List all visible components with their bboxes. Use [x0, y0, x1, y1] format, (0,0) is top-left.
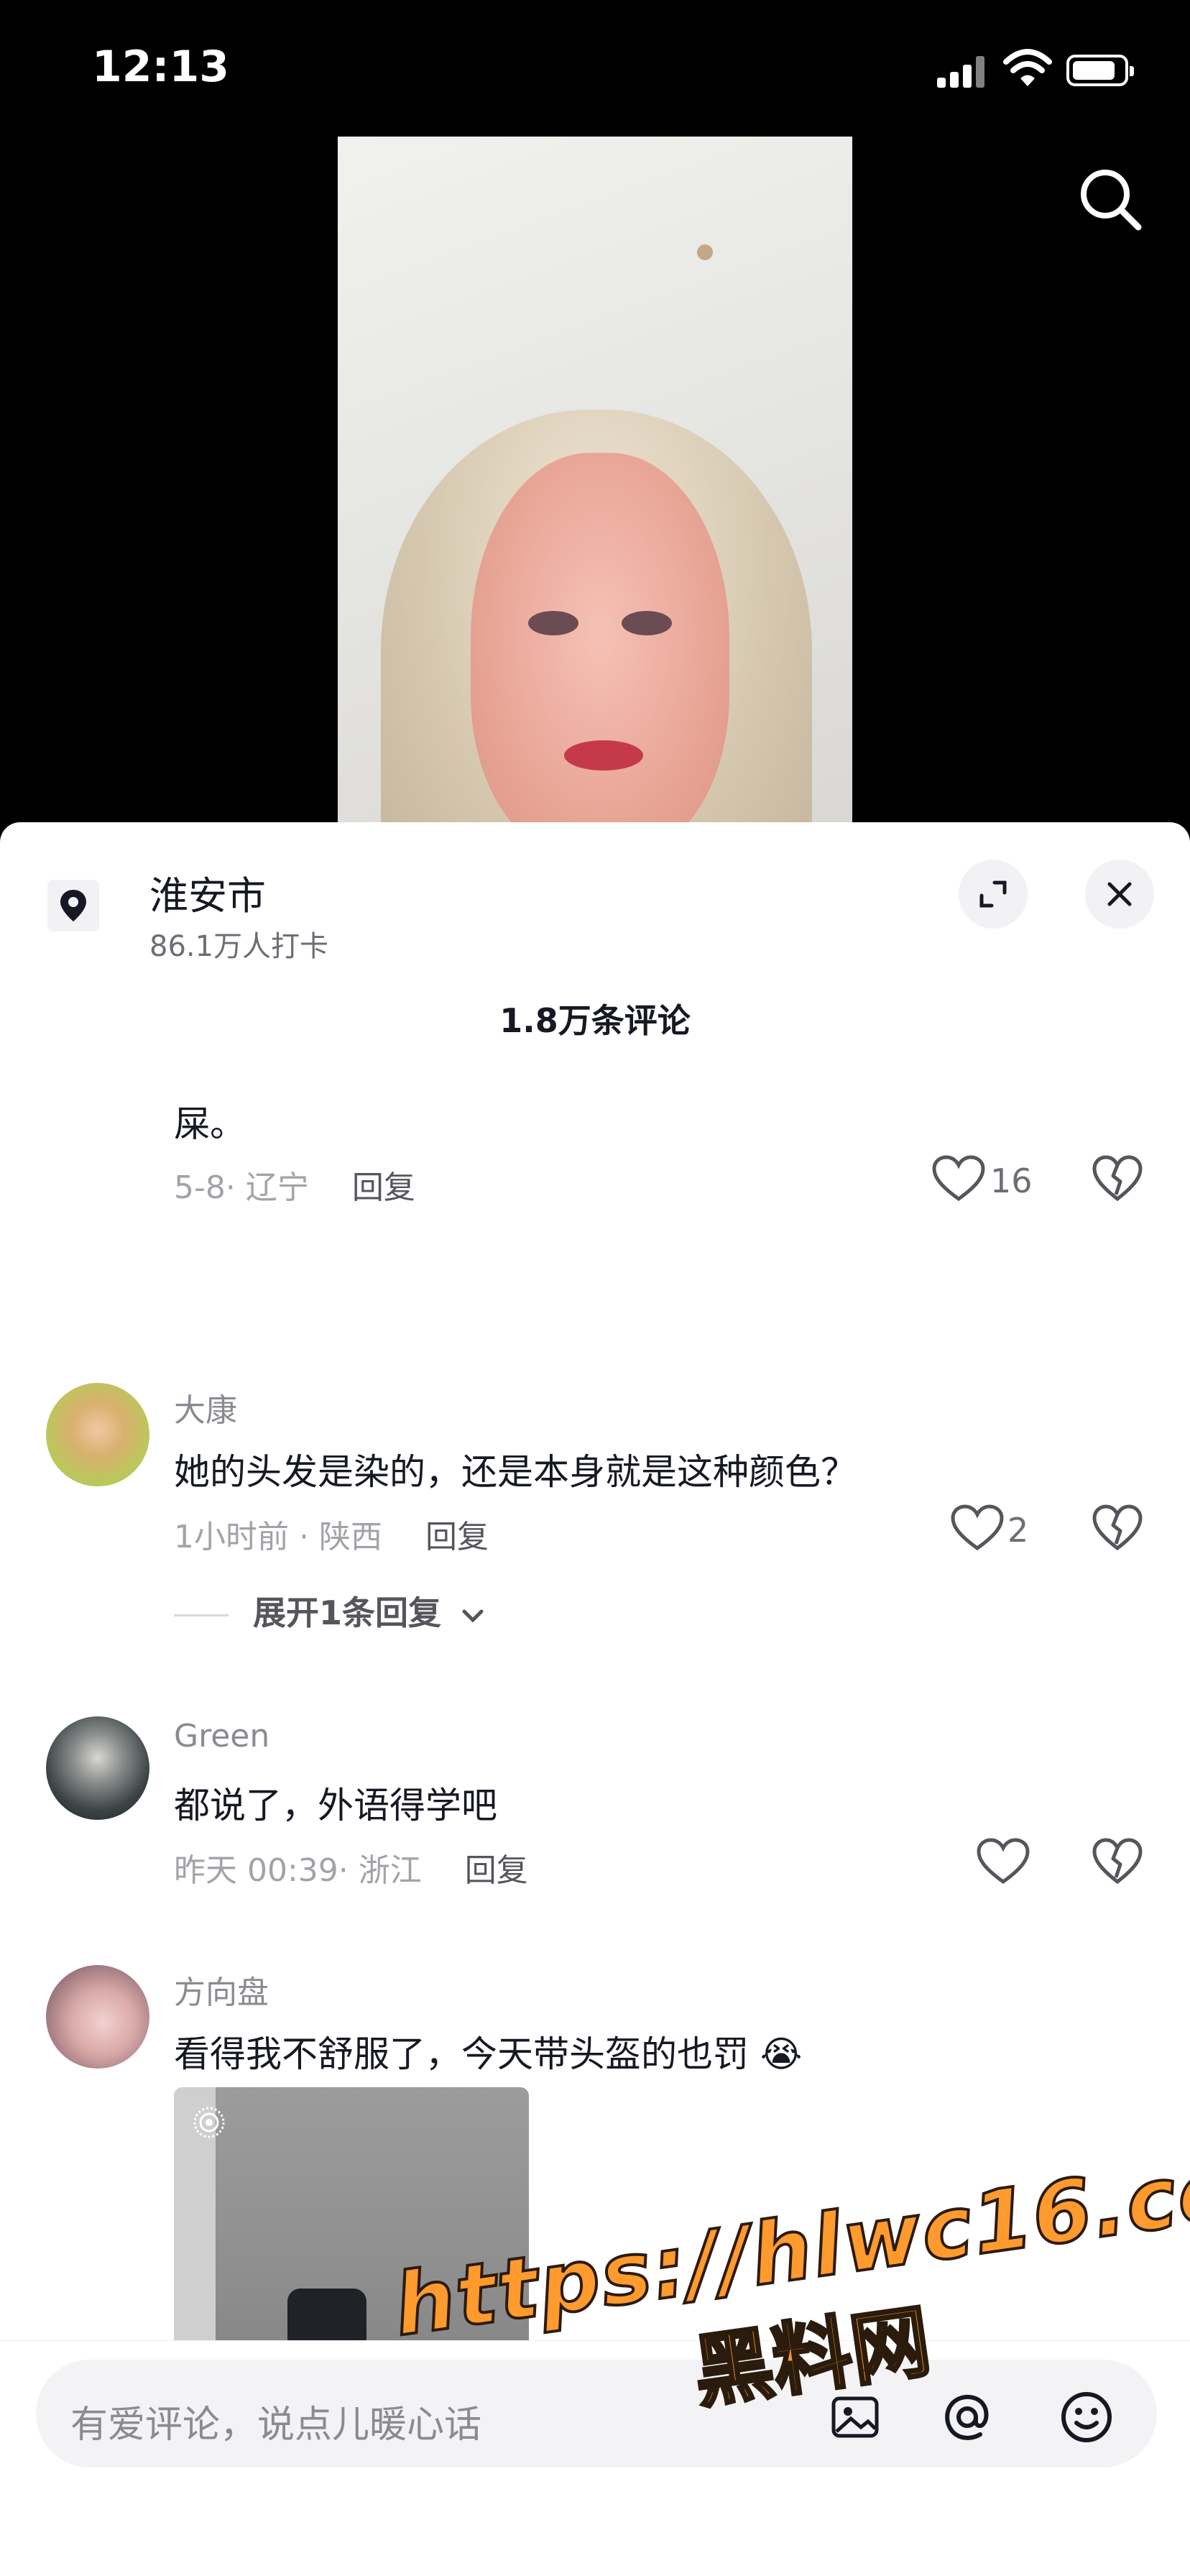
like-count: 16 — [990, 1162, 1033, 1200]
comment-meta: 1小时前 · 陕西 回复 — [174, 1511, 489, 1557]
comment-input[interactable]: 有爱评论，说点儿暖心话 — [36, 2360, 1157, 2467]
comment-meta: 昨天 00:39· 浙江 回复 — [174, 1844, 528, 1890]
location-title[interactable]: 淮安市 — [149, 864, 266, 921]
broken-heart-icon[interactable] — [1092, 1504, 1143, 1552]
avatar[interactable] — [46, 1965, 149, 2069]
close-button[interactable] — [1085, 860, 1154, 929]
heart-icon[interactable] — [976, 1837, 1030, 1886]
comment-item: Green 都说了，外语得学吧 昨天 00:39· 浙江 回复 — [0, 1716, 1190, 1932]
wall-spot — [697, 244, 713, 260]
live-photo-icon — [193, 2107, 225, 2138]
expand-button[interactable] — [959, 860, 1028, 929]
comment-author[interactable]: Green — [174, 1718, 269, 1754]
avatar[interactable] — [46, 1383, 149, 1486]
broken-heart-icon[interactable] — [1092, 1154, 1143, 1203]
reply-button[interactable]: 回复 — [425, 1519, 489, 1555]
search-icon[interactable] — [1074, 162, 1145, 234]
comment-author[interactable]: 方向盘 — [174, 1966, 269, 2012]
at-icon[interactable] — [938, 2388, 996, 2446]
comment-time-location: 5-8· 辽宁 — [174, 1169, 309, 1206]
video-player[interactable] — [338, 137, 852, 848]
like-count: 2 — [1007, 1511, 1029, 1550]
comment-input-bar: 有爱评论，说点儿暖心话 — [0, 2340, 1190, 2576]
status-time: 12:13 — [92, 42, 229, 92]
location-pin-icon — [47, 880, 99, 932]
comment-author[interactable]: 大康 — [174, 1384, 237, 1430]
comment-time-location: 1小时前 · 陕西 — [174, 1519, 382, 1555]
wifi-icon — [1003, 49, 1052, 86]
heart-icon[interactable] — [931, 1154, 986, 1203]
comment-item: 屎。 5-8· 辽宁 回复 16 — [0, 1095, 1190, 1239]
video-subject-face — [471, 453, 729, 848]
comment-text: 屎。 — [174, 1103, 246, 1145]
comment-text: 都说了，外语得学吧 — [174, 1785, 497, 1826]
broken-heart-icon[interactable] — [1092, 1837, 1143, 1886]
status-bar: 12:13 — [0, 0, 1190, 137]
divider — [174, 1614, 229, 1616]
expand-replies-label: 展开1条回复 — [253, 1593, 442, 1632]
heart-icon[interactable] — [950, 1504, 1005, 1552]
close-icon — [1107, 882, 1132, 906]
location-subtitle: 86.1万人打卡 — [149, 930, 329, 963]
emoji-icon[interactable] — [1058, 2388, 1115, 2446]
comment-input-placeholder: 有爱评论，说点儿暖心话 — [70, 2404, 482, 2447]
reply-button[interactable]: 回复 — [465, 1852, 528, 1889]
expand-icon — [979, 880, 1007, 908]
avatar[interactable] — [46, 1716, 149, 1820]
comment-text: 看得我不舒服了，今天带头盔的也罚 😭 — [174, 2033, 803, 2075]
signal-icon — [937, 55, 986, 88]
comment-item: 大康 她的头发是染的，还是本身就是这种颜色？ 1小时前 · 陕西 回复 2 展开1… — [0, 1383, 1190, 1670]
comment-text: 她的头发是染的，还是本身就是这种颜色？ — [174, 1451, 857, 1493]
battery-icon — [1066, 55, 1134, 86]
chevron-down-icon — [462, 1609, 484, 1623]
comment-meta: 5-8· 辽宁 回复 — [174, 1162, 415, 1208]
expand-replies-button[interactable]: 展开1条回复 — [174, 1587, 486, 1634]
reply-button[interactable]: 回复 — [352, 1169, 415, 1206]
comment-count: 1.8万条评论 — [499, 1001, 691, 1040]
comment-time-location: 昨天 00:39· 浙江 — [174, 1852, 422, 1889]
